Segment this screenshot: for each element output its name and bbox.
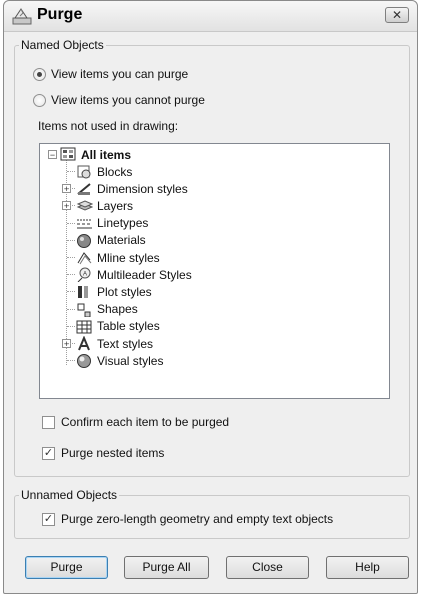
tree-connector xyxy=(67,360,75,362)
close-button[interactable]: Close xyxy=(226,556,309,579)
tree-connector xyxy=(67,308,75,310)
shapes-icon xyxy=(76,302,93,318)
tree-item-label: Dimension styles xyxy=(97,181,188,196)
radio-can-purge-button[interactable] xyxy=(33,67,46,81)
all-items-icon xyxy=(60,147,77,162)
tree-connector xyxy=(67,325,75,327)
tree-connector xyxy=(67,205,75,207)
purge-zero-length-row[interactable]: ✓ Purge zero-length geometry and empty t… xyxy=(42,511,333,527)
purge-nested-items-label: Purge nested items xyxy=(61,446,165,460)
tree-item-layers[interactable]: Layers xyxy=(76,197,133,214)
tree-item-label: Multileader Styles xyxy=(97,267,192,282)
named-objects-label: Named Objects xyxy=(19,38,106,52)
help-button[interactable]: Help xyxy=(326,556,409,579)
tree-item-dimension-styles[interactable]: Dimension styles xyxy=(76,180,188,197)
items-not-used-label: Items not used in drawing: xyxy=(38,119,179,133)
tree-item-linetypes[interactable]: Linetypes xyxy=(76,215,148,232)
svg-text:A: A xyxy=(83,272,87,278)
tree-item-label: Shapes xyxy=(97,302,138,317)
tree-connector xyxy=(67,222,75,224)
tree-root-all-items[interactable]: − All items xyxy=(48,146,131,163)
tree-item-label: Table styles xyxy=(97,319,160,334)
tree-connector xyxy=(67,188,75,190)
purge-nested-items-row[interactable]: ✓ Purge nested items xyxy=(42,445,164,461)
tree-item-label: Linetypes xyxy=(97,216,149,231)
title-bar[interactable]: Purge ✕ xyxy=(4,1,417,32)
tree-item-blocks[interactable]: Blocks xyxy=(76,163,132,180)
blocks-icon xyxy=(76,164,93,179)
tree-item-table-styles[interactable]: Table styles xyxy=(76,318,160,335)
confirm-each-item-checkbox[interactable] xyxy=(42,415,55,429)
purge-zero-length-label: Purge zero-length geometry and empty tex… xyxy=(61,512,334,526)
tree-item-plot-styles[interactable]: Plot styles xyxy=(76,283,152,300)
tree-item-visual-styles[interactable]: Visual styles xyxy=(76,352,163,369)
tree-connector xyxy=(67,274,75,276)
radio-cannot-purge-label: View items you cannot purge xyxy=(51,93,205,107)
purge-button[interactable]: Purge xyxy=(25,556,108,579)
close-window-button[interactable]: ✕ xyxy=(385,7,409,23)
tree-item-label: Materials xyxy=(97,233,146,248)
mline-styles-icon xyxy=(76,250,93,265)
tree-item-label: Layers xyxy=(97,198,134,213)
tree-connector xyxy=(67,171,75,172)
tree-connector xyxy=(67,257,75,258)
unnamed-objects-label: Unnamed Objects xyxy=(19,488,120,502)
radio-view-cannot-purge[interactable]: View items you cannot purge xyxy=(33,92,205,108)
purge-all-button[interactable]: Purge All xyxy=(124,556,209,579)
linetypes-icon xyxy=(76,216,93,231)
collapse-icon[interactable]: − xyxy=(48,150,57,160)
tree-root-label: All items xyxy=(81,147,132,162)
layers-icon xyxy=(76,198,94,213)
multileader-styles-icon: A xyxy=(76,267,93,283)
tree-item-label: Text styles xyxy=(97,336,154,351)
purge-zero-length-checkbox[interactable]: ✓ xyxy=(42,512,55,526)
tree-connector xyxy=(67,343,75,344)
materials-icon xyxy=(76,233,93,248)
purge-nested-items-checkbox[interactable]: ✓ xyxy=(42,446,55,460)
tree-item-label: Visual styles xyxy=(97,353,164,368)
tree-connector xyxy=(67,291,75,293)
tree-connector xyxy=(67,239,75,241)
plot-styles-icon xyxy=(76,284,93,299)
tree-item-multileader-styles[interactable]: A Multileader Styles xyxy=(76,266,192,283)
radio-cannot-purge-button[interactable] xyxy=(33,93,46,107)
radio-view-can-purge[interactable]: View items you can purge xyxy=(33,66,188,82)
purge-dialog: Purge ✕ Named Objects View items you can… xyxy=(3,0,418,594)
tree-item-mline-styles[interactable]: Mline styles xyxy=(76,249,160,266)
confirm-each-item-row[interactable]: Confirm each item to be purged xyxy=(42,414,229,430)
tree-item-materials[interactable]: Materials xyxy=(76,232,146,249)
table-styles-icon xyxy=(76,319,93,334)
tree-item-label: Mline styles xyxy=(97,250,160,265)
radio-can-purge-label: View items you can purge xyxy=(51,67,189,81)
visual-styles-icon xyxy=(76,353,93,369)
confirm-each-item-label: Confirm each item to be purged xyxy=(61,415,230,429)
text-styles-icon xyxy=(76,335,93,351)
tree-item-shapes[interactable]: Shapes xyxy=(76,301,138,318)
tree-item-label: Plot styles xyxy=(97,284,152,299)
tree-item-text-styles[interactable]: Text styles xyxy=(76,335,153,352)
dimension-styles-icon xyxy=(76,181,93,196)
purge-app-icon xyxy=(12,7,32,25)
tree-item-label: Blocks xyxy=(97,164,133,179)
items-tree[interactable]: − All items Blocks Dimension styles + Layers +… xyxy=(39,143,390,399)
window-title: Purge xyxy=(37,6,83,23)
